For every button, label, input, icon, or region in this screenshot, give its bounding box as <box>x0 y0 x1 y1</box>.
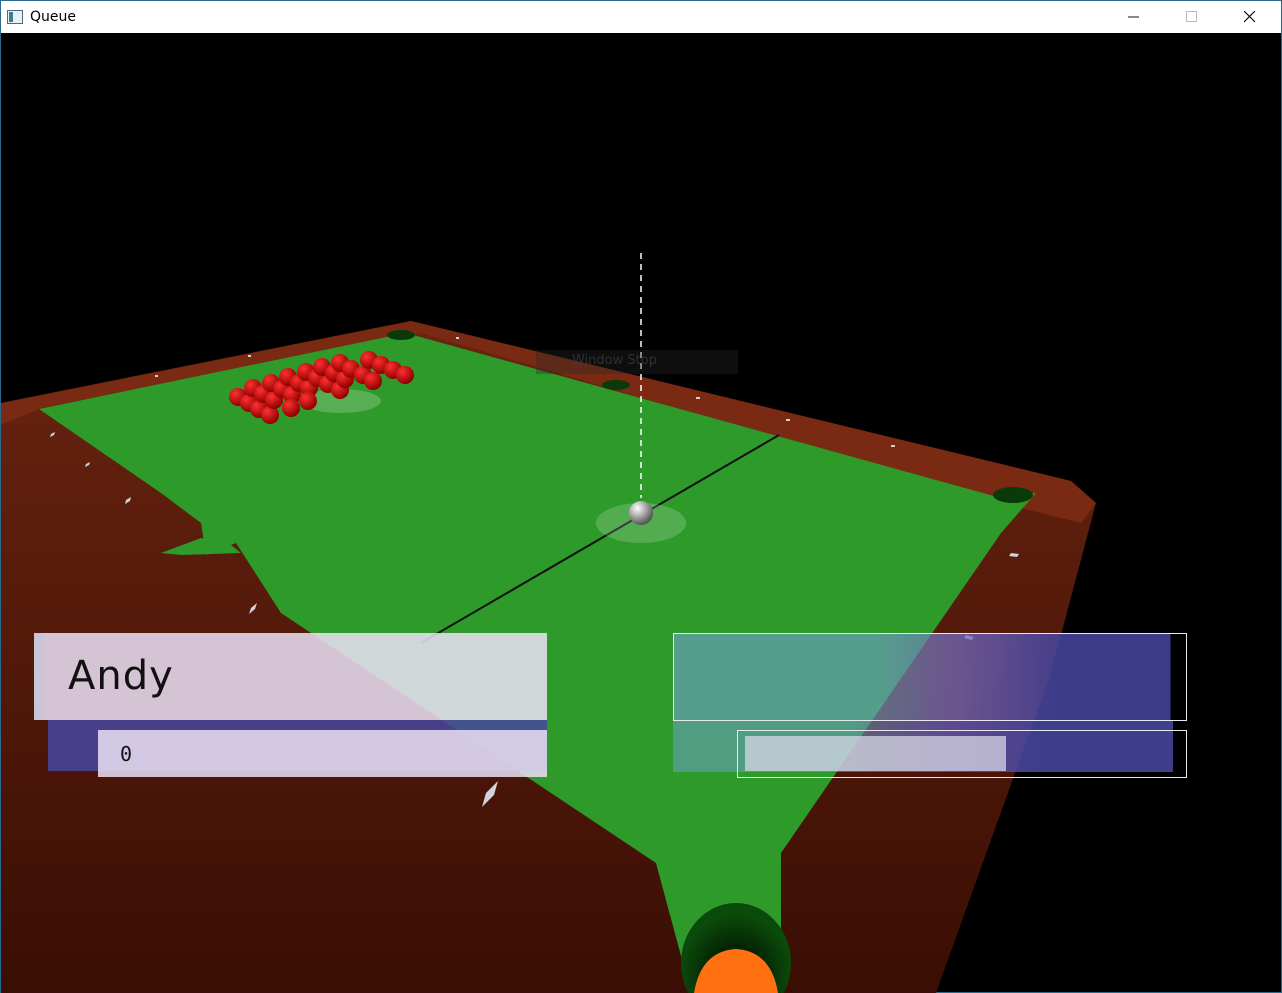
player-score-panel: 0 <box>98 730 547 777</box>
ghost-window-stop-menu: Window Stop <box>536 350 738 374</box>
shot-power-bar <box>745 736 1006 771</box>
game-window: Queue Window Stop Andy 0 <box>0 0 1282 993</box>
maximize-icon <box>1186 11 1197 22</box>
close-icon <box>1244 11 1256 23</box>
pocket-middle <box>602 380 630 390</box>
game-viewport[interactable]: Window Stop Andy 0 <box>1 33 1281 993</box>
minimize-icon <box>1128 16 1139 18</box>
app-window-icon <box>7 10 23 24</box>
close-button[interactable] <box>1221 1 1279 33</box>
cue-ball[interactable] <box>629 501 653 525</box>
pocket-right <box>993 487 1033 503</box>
opponent-name-panel <box>673 633 1187 721</box>
player-score: 0 <box>120 742 133 766</box>
maximize-button[interactable] <box>1163 1 1221 33</box>
minimize-button[interactable] <box>1105 1 1163 33</box>
window-title: Queue <box>30 9 76 25</box>
ghost-menu-label: Window Stop <box>572 353 657 368</box>
player-name-panel: Andy <box>34 633 547 720</box>
player-name: Andy <box>68 653 174 699</box>
pool-table-scene[interactable] <box>1 33 1281 993</box>
title-bar[interactable]: Queue <box>1 1 1281 33</box>
pocket-top <box>387 330 415 340</box>
